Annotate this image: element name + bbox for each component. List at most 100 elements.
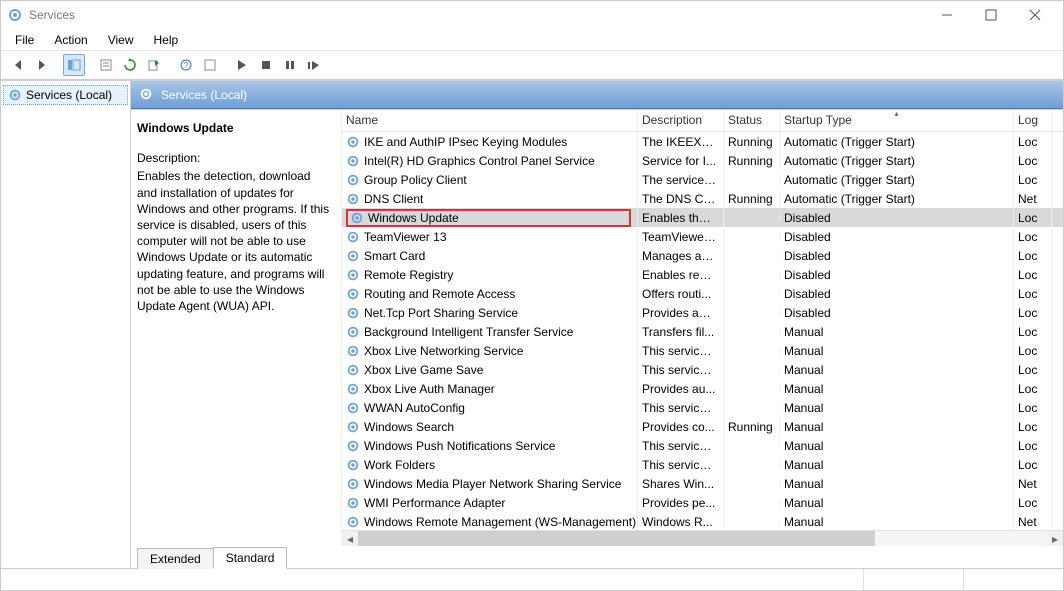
- help-button[interactable]: ?: [175, 54, 197, 76]
- table-row[interactable]: Windows UpdateEnables the ...DisabledLoc: [342, 208, 1063, 227]
- gear-icon: [346, 458, 360, 472]
- column-status[interactable]: Status: [724, 110, 780, 131]
- cell-name: Work Folders: [342, 455, 638, 475]
- tab-standard[interactable]: Standard: [213, 547, 288, 569]
- menu-view[interactable]: View: [100, 31, 142, 49]
- close-button[interactable]: [1013, 1, 1057, 29]
- gear-icon: [139, 87, 155, 103]
- cell-status: [724, 443, 780, 449]
- cell-startup: Manual: [780, 360, 1014, 380]
- cell-description: The service ...: [638, 170, 724, 190]
- cell-logon: Loc: [1014, 132, 1052, 152]
- pause-service-button[interactable]: [279, 54, 301, 76]
- column-description[interactable]: Description: [638, 110, 724, 131]
- cell-description: Provides co...: [638, 417, 724, 437]
- cell-logon: Loc: [1014, 455, 1052, 475]
- cell-startup: Manual: [780, 379, 1014, 399]
- export-button[interactable]: [143, 54, 165, 76]
- titlebar[interactable]: Services: [1, 1, 1063, 29]
- table-row[interactable]: WMI Performance Adapter Provides pe... Man…: [342, 493, 1063, 512]
- tab-extended[interactable]: Extended: [137, 548, 214, 569]
- status-segment: [963, 569, 1063, 590]
- table-row[interactable]: Windows SearchProvides co...RunningManua…: [342, 417, 1063, 436]
- service-name: Net.Tcp Port Sharing Service: [364, 306, 518, 320]
- menu-file[interactable]: File: [7, 31, 42, 49]
- table-row[interactable]: Net.Tcp Port Sharing ServiceProvides abi…: [342, 303, 1063, 322]
- cell-description: Manages ac...: [638, 246, 724, 266]
- table-row[interactable]: Windows Remote Management (WS-Management…: [342, 512, 1063, 530]
- table-row[interactable]: IKE and AuthIP IPsec Keying ModulesThe I…: [342, 132, 1063, 151]
- properties-button[interactable]: [95, 54, 117, 76]
- service-name: Xbox Live Auth Manager: [364, 382, 495, 396]
- table-row[interactable]: Intel(R) HD Graphics Control Panel Servi…: [342, 151, 1063, 170]
- forward-button[interactable]: [31, 54, 53, 76]
- svg-text:?: ?: [184, 61, 189, 70]
- cell-startup: Disabled: [780, 208, 1014, 228]
- table-row[interactable]: Windows Media Player Network Sharing Ser…: [342, 474, 1063, 493]
- menu-help[interactable]: Help: [146, 31, 187, 49]
- tree-item-services-local[interactable]: Services (Local): [3, 85, 128, 105]
- cell-startup: Automatic (Trigger Start): [780, 170, 1014, 190]
- scroll-track[interactable]: [358, 531, 1047, 547]
- restart-service-button[interactable]: [303, 54, 325, 76]
- cell-name: IKE and AuthIP IPsec Keying Modules: [342, 132, 638, 152]
- column-name[interactable]: Name: [342, 110, 638, 131]
- cell-name: Windows Remote Management (WS-Management…: [342, 512, 638, 531]
- cell-startup: Manual: [780, 322, 1014, 342]
- statusbar: [1, 568, 1063, 590]
- cell-startup: Manual: [780, 493, 1014, 513]
- cell-description: Provides pe...: [638, 493, 724, 513]
- cell-name: WMI Performance Adapter: [342, 493, 638, 513]
- service-name: WMI Performance Adapter: [364, 496, 505, 510]
- column-logon[interactable]: Log: [1014, 110, 1052, 131]
- cell-logon: Loc: [1014, 151, 1052, 171]
- column-startup[interactable]: ▴Startup Type: [780, 110, 1014, 131]
- table-row[interactable]: Routing and Remote AccessOffers routi...…: [342, 284, 1063, 303]
- table-row[interactable]: Remote RegistryEnables rem...DisabledLoc: [342, 265, 1063, 284]
- table-row[interactable]: Xbox Live Networking ServiceThis service…: [342, 341, 1063, 360]
- cell-description: Windows R...: [638, 512, 724, 531]
- cell-startup: Disabled: [780, 284, 1014, 304]
- cell-status: [724, 215, 780, 221]
- start-service-button[interactable]: [231, 54, 253, 76]
- show-hide-tree-button[interactable]: [63, 54, 85, 76]
- stop-service-button[interactable]: [255, 54, 277, 76]
- table-row[interactable]: Smart CardManages ac...DisabledLoc: [342, 246, 1063, 265]
- table-row[interactable]: Windows Push Notifications ServiceThis s…: [342, 436, 1063, 455]
- detail-pane: Windows Update Description: Enables the …: [131, 110, 341, 546]
- maximize-button[interactable]: [969, 1, 1013, 29]
- table-row[interactable]: Group Policy ClientThe service ...Automa…: [342, 170, 1063, 189]
- cell-logon: Loc: [1014, 170, 1052, 190]
- scroll-left-icon[interactable]: ◂: [342, 531, 358, 547]
- cell-name: Windows Search: [342, 417, 638, 437]
- gear-icon: [8, 88, 22, 102]
- cell-logon: Loc: [1014, 322, 1052, 342]
- scroll-thumb[interactable]: [358, 531, 875, 547]
- cell-logon: Loc: [1014, 341, 1052, 361]
- table-row[interactable]: Xbox Live Auth ManagerProvides au...Manu…: [342, 379, 1063, 398]
- table-row[interactable]: Xbox Live Game SaveThis service ...Manua…: [342, 360, 1063, 379]
- table-row[interactable]: Work FoldersThis service ...ManualLoc: [342, 455, 1063, 474]
- table-row[interactable]: TeamViewer 13TeamViewer...DisabledLoc: [342, 227, 1063, 246]
- cell-status: Running: [724, 417, 780, 437]
- horizontal-scrollbar[interactable]: ◂ ▸: [342, 530, 1063, 546]
- cell-description: This service ...: [638, 436, 724, 456]
- menu-action[interactable]: Action: [46, 31, 95, 49]
- gear-icon: [346, 230, 360, 244]
- table-row[interactable]: Background Intelligent Transfer ServiceT…: [342, 322, 1063, 341]
- cell-name: Routing and Remote Access: [342, 284, 638, 304]
- cell-startup: Disabled: [780, 227, 1014, 247]
- back-button[interactable]: [7, 54, 29, 76]
- cell-description: The DNS Cli...: [638, 189, 724, 209]
- cell-logon: Loc: [1014, 208, 1052, 228]
- refresh-button[interactable]: [119, 54, 141, 76]
- service-name: IKE and AuthIP IPsec Keying Modules: [364, 135, 567, 149]
- list-rows[interactable]: IKE and AuthIP IPsec Keying ModulesThe I…: [342, 132, 1063, 530]
- scroll-right-icon[interactable]: ▸: [1047, 531, 1063, 547]
- table-row[interactable]: WWAN AutoConfigThis service ...ManualLoc: [342, 398, 1063, 417]
- cell-description: Transfers fil...: [638, 322, 724, 342]
- minimize-button[interactable]: [925, 1, 969, 29]
- cell-description: This service ...: [638, 360, 724, 380]
- sheet-button[interactable]: [199, 54, 221, 76]
- cell-status: [724, 177, 780, 183]
